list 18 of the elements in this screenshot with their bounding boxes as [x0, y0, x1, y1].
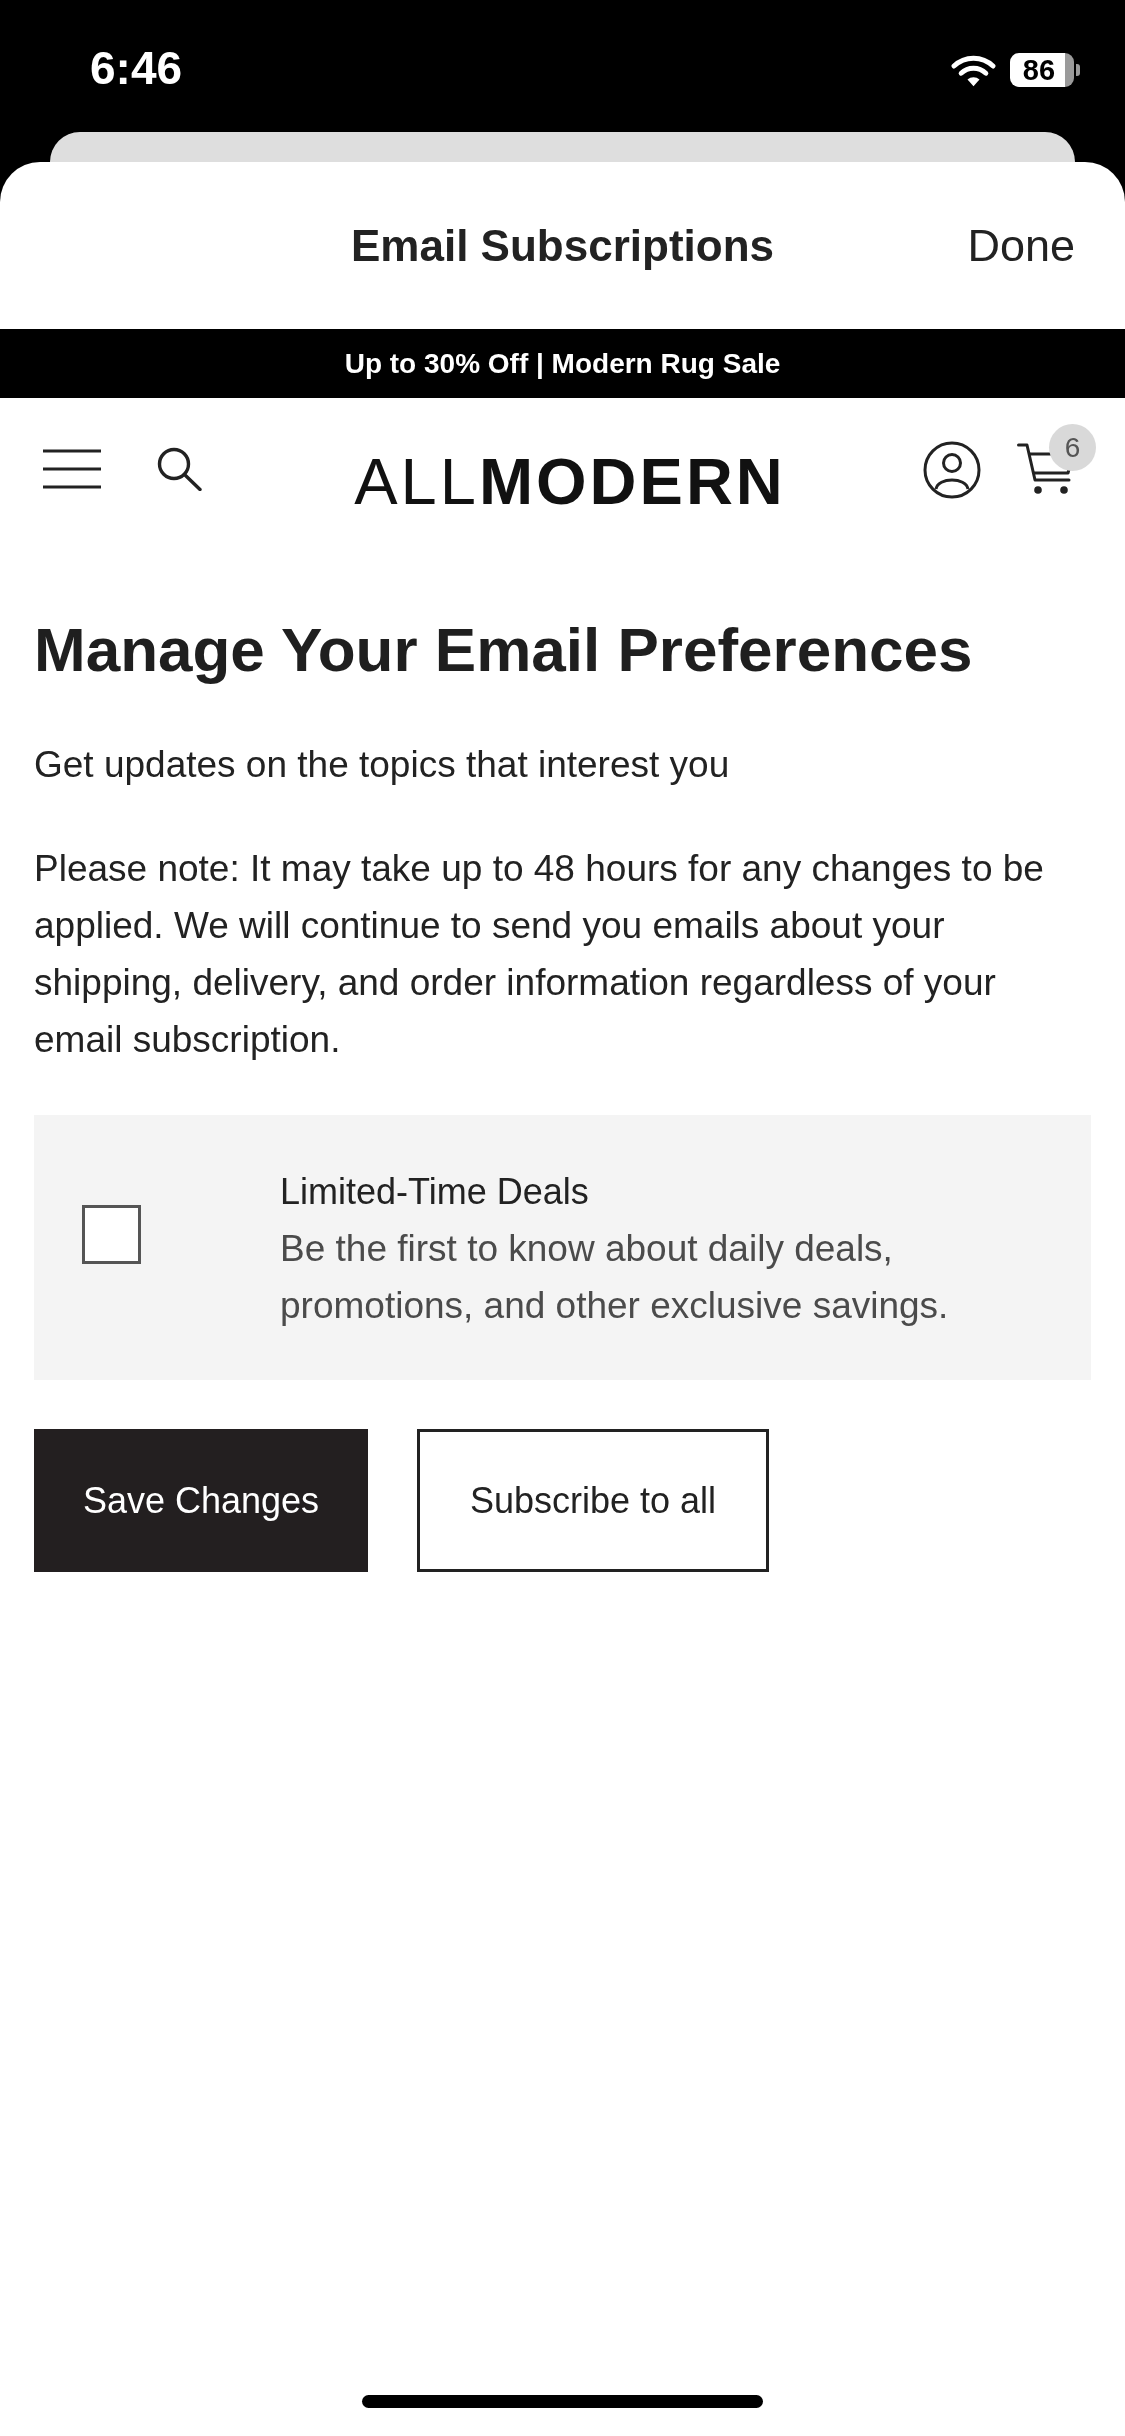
cart-count-badge: 6	[1049, 424, 1096, 471]
sheet-title: Email Subscriptions	[351, 220, 774, 271]
checkbox[interactable]	[82, 1205, 141, 1264]
page-heading: Manage Your Email Preferences	[34, 614, 974, 686]
promo-banner[interactable]: Up to 30% Off | Modern Rug Sale	[0, 329, 1125, 398]
profile-icon[interactable]	[923, 441, 981, 499]
note-paragraph: Please note: It may take up to 48 hours for any changes to be applied. We will continue to send you emails about your shipping, delivery, and order information regardless of your email subscription.	[34, 847, 1045, 1062]
subscription-title: Limited-Time Deals	[280, 1170, 590, 1214]
intro-text: Get updates on the topics that interest you	[34, 743, 731, 787]
menu-icon[interactable]	[43, 449, 101, 489]
subscribe-button[interactable]: Subscribe to all	[417, 1429, 769, 1572]
wifi-icon	[951, 53, 996, 87]
save-button[interactable]: Save Changes	[34, 1429, 368, 1572]
search-icon[interactable]	[157, 447, 202, 491]
subscription-description: Be the first to know about daily deals, promotions, and other exclusive savings.	[280, 1227, 950, 1328]
done-button[interactable]: Done	[967, 219, 1075, 272]
status-time: 6:46	[90, 41, 183, 95]
logo[interactable]: ALLMODERN	[354, 448, 786, 514]
